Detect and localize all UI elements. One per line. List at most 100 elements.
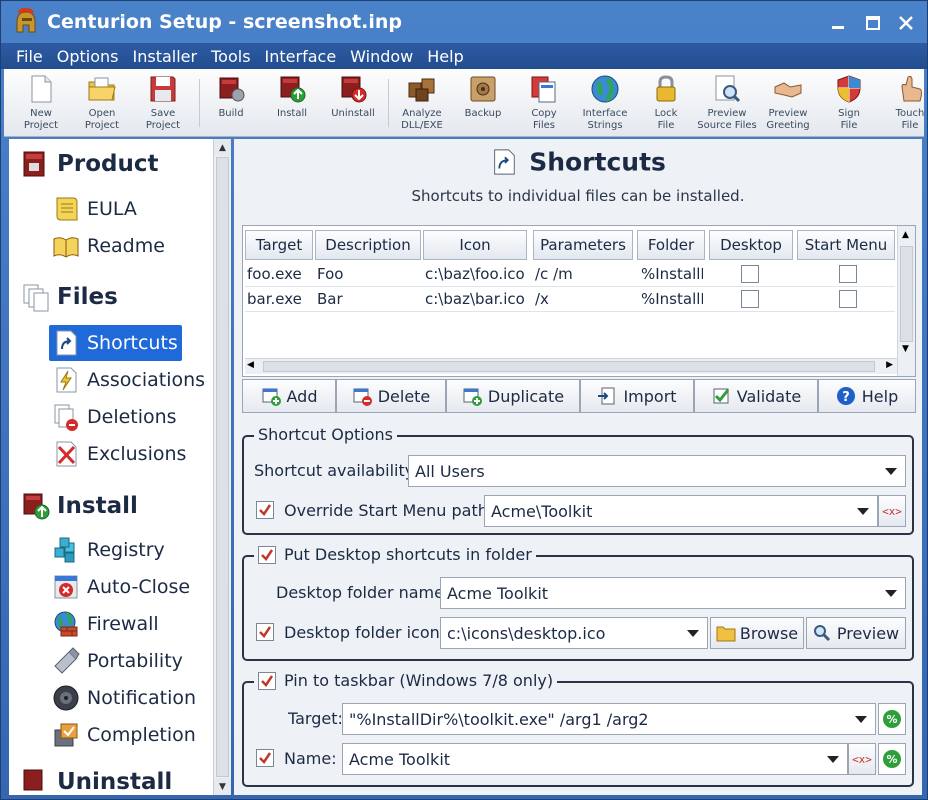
minimize-button[interactable] [821,9,855,37]
help-button[interactable]: ? Help [818,379,916,413]
menu-file[interactable]: File [9,47,50,66]
sidebar-item-exclusions[interactable]: Exclusions [49,436,190,472]
desktop-folder-checkbox[interactable] [258,545,276,564]
toolbar-preview-source[interactable]: Preview Source Files [696,73,758,135]
analyze-icon [408,78,435,102]
taskbar-name-select[interactable]: Acme Toolkit [342,743,848,775]
menu-bar: File Options Installer Tools Interface W… [1,43,927,69]
sidebar-item-deletions[interactable]: Deletions [49,399,181,435]
close-button[interactable] [889,9,923,37]
toolbar-interface-strings[interactable]: Interface Strings [574,73,636,135]
duplicate-button[interactable]: Duplicate [446,379,580,413]
scroll-down-arrow[interactable]: ▼ [902,344,909,354]
scroll-thumb[interactable] [900,246,913,342]
table-horizontal-scrollbar[interactable]: ◀ ▶ [245,358,897,374]
toolbar-new-project[interactable]: New Project [10,73,72,135]
desktop-checkbox[interactable] [741,290,759,308]
sidebar-item-notification[interactable]: Notification [49,680,200,716]
toolbar-lock-file[interactable]: Lock File [635,73,697,135]
sidebar-item-portability[interactable]: Portability [49,643,187,679]
sidebar-section-files[interactable]: Files [21,282,118,312]
sidebar-item-readme[interactable]: Readme [49,228,169,264]
column-header-parameters[interactable]: Parameters [533,230,633,260]
sidebar-item-associations[interactable]: Associations [49,362,209,398]
table-row[interactable]: foo.exe Foo c:\baz\foo.ico /c /m %Instal… [245,262,895,287]
column-header-start-menu[interactable]: Start Menu [797,230,895,260]
sidebar-item-eula[interactable]: EULA [49,191,141,227]
preview-button[interactable]: Preview [806,617,906,649]
scroll-left-arrow[interactable]: ◀ [247,360,254,370]
taskbar-name-checkbox[interactable] [256,749,274,767]
toolbar-save-project[interactable]: Save Project [132,73,194,135]
menu-help[interactable]: Help [420,47,470,66]
sidebar-section-product[interactable]: Product [21,149,158,179]
insert-macro-button[interactable]: <x> [878,495,906,527]
sidebar-item-shortcuts[interactable]: Shortcuts [49,325,182,361]
checkmark-icon [259,626,272,638]
shortcut-options-group: Shortcut Options Shortcut availability: … [242,425,914,535]
table-row[interactable]: bar.exe Bar c:\baz\bar.ico /x %InstallD [245,287,895,312]
menu-installer[interactable]: Installer [126,47,205,66]
insert-variable-button[interactable]: % [878,703,906,735]
scroll-down-arrow[interactable]: ▼ [214,778,231,795]
column-header-icon[interactable]: Icon [423,230,527,260]
toolbar-analyze[interactable]: Analyze DLL/EXE [391,73,453,135]
availability-label: Shortcut availability: [254,461,419,480]
sidebar-scrollbar[interactable]: ▲ ▼ [213,139,231,795]
start-menu-path-select[interactable]: Acme\Toolkit [484,495,878,527]
delete-button[interactable]: Delete [336,379,446,413]
chevron-down-icon [827,756,839,763]
scroll-up-arrow[interactable]: ▲ [214,139,231,156]
menu-tools[interactable]: Tools [204,47,257,66]
scroll-up-arrow[interactable]: ▲ [902,230,909,240]
add-button[interactable]: Add [242,379,336,413]
menu-window[interactable]: Window [343,47,420,66]
interface-strings-icon [591,75,619,103]
menu-interface[interactable]: Interface [258,47,344,66]
desktop-folder-icon-checkbox[interactable] [256,623,274,641]
toolbar-sign-file[interactable]: Sign File [818,73,880,135]
override-start-menu-checkbox[interactable] [256,501,274,519]
column-header-folder[interactable]: Folder [637,230,705,260]
toolbar-open-project[interactable]: Open Project [71,73,133,135]
toolbar-preview-greeting[interactable]: Preview Greeting [757,73,819,135]
toolbar-install[interactable]: Install [261,73,323,135]
scroll-right-arrow[interactable]: ▶ [886,360,893,370]
start-menu-checkbox[interactable] [839,265,857,283]
toolbar-backup[interactable]: Backup [452,73,514,135]
sidebar-item-completion[interactable]: Completion [49,717,200,753]
files-icon [23,284,49,312]
table-vertical-scrollbar[interactable]: ▲ ▼ [897,226,915,376]
import-button[interactable]: Import [580,379,694,413]
taskbar-target-label: Target: [288,709,343,728]
sidebar-item-firewall[interactable]: Firewall [49,606,163,642]
uninstall-section-icon [23,769,43,791]
taskbar-target-select[interactable]: "%InstallDir%\toolkit.exe" /arg1 /arg2 [342,703,876,735]
toolbar-copy-files[interactable]: Copy Files [513,73,575,135]
group-legend: Shortcut Options [254,425,397,444]
maximize-button[interactable] [856,9,890,37]
toolbar-uninstall[interactable]: Uninstall [322,73,384,135]
sidebar-section-install[interactable]: Install [21,491,138,521]
scroll-thumb[interactable] [216,157,229,777]
toolbar-build[interactable]: Build [200,73,262,135]
pin-to-taskbar-checkbox[interactable] [258,671,276,690]
sidebar-section-uninstall[interactable]: Uninstall [21,767,172,795]
desktop-folder-icon-select[interactable]: c:\icons\desktop.ico [440,617,708,649]
sidebar-item-registry[interactable]: Registry [49,532,169,568]
column-header-target[interactable]: Target [245,230,313,260]
column-header-desktop[interactable]: Desktop [709,230,793,260]
availability-select[interactable]: All Users [408,455,906,487]
toolbar-touch-file[interactable]: Touch File [879,73,924,135]
scroll-thumb[interactable] [263,361,875,372]
validate-button[interactable]: Validate [694,379,818,413]
browse-button[interactable]: Browse [710,617,804,649]
column-header-description[interactable]: Description [315,230,421,260]
start-menu-checkbox[interactable] [839,290,857,308]
menu-options[interactable]: Options [50,47,126,66]
sidebar-item-auto-close[interactable]: Auto-Close [49,569,194,605]
desktop-folder-name-select[interactable]: Acme Toolkit [440,577,906,609]
insert-macro-button[interactable]: <x> [848,743,876,775]
insert-variable-button[interactable]: % [878,743,906,775]
desktop-checkbox[interactable] [741,265,759,283]
